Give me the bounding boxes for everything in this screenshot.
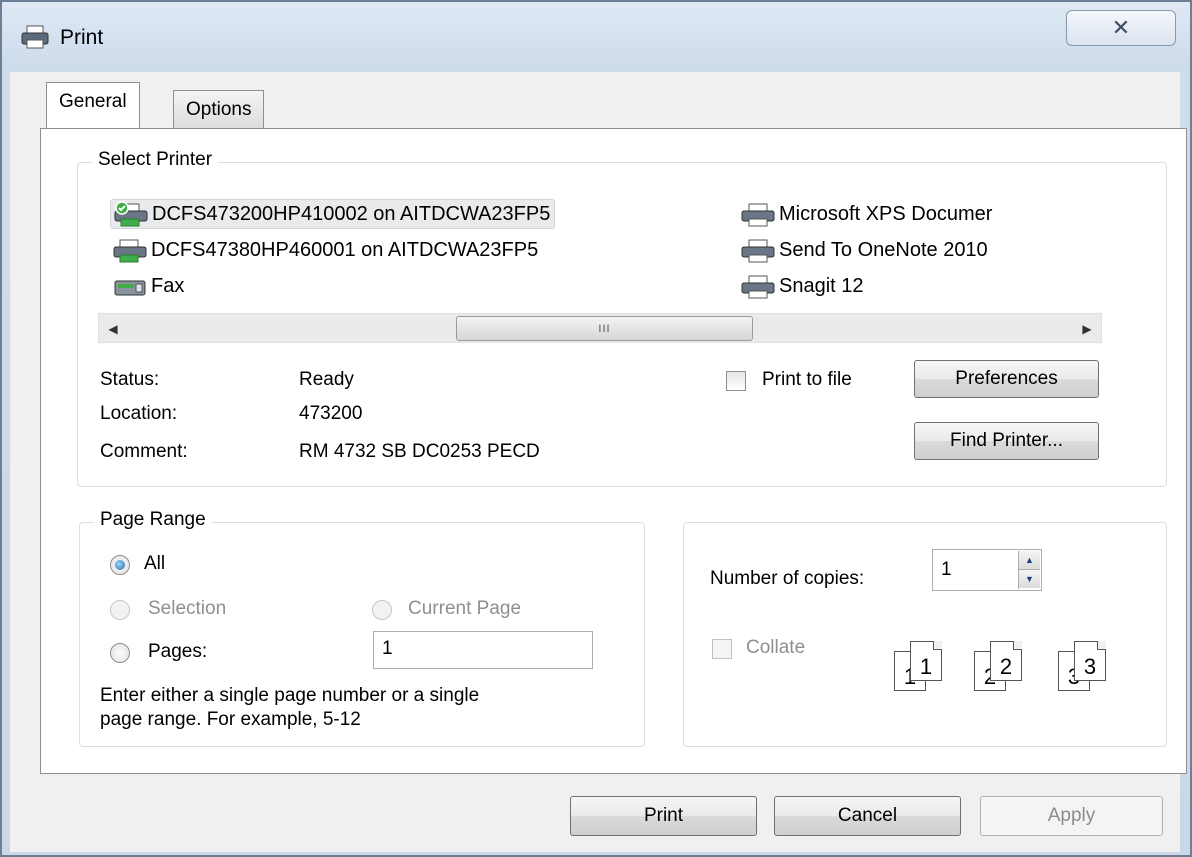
printer-item-dcfs473200[interactable]: DCFS473200HP410002 on AITDCWA23FP5 [110, 199, 556, 229]
page-range-help-line2: page range. For example, 5-12 [100, 709, 361, 730]
tab-options[interactable]: Options [173, 90, 265, 128]
printer-icon [741, 203, 775, 227]
current-page-radio[interactable] [372, 600, 392, 620]
printer-name: DCFS47380HP460001 on AITDCWA23FP5 [151, 238, 539, 261]
window-title: Print [60, 26, 104, 49]
page-range-help-line1: Enter either a single page number or a s… [100, 685, 480, 706]
printer-name: DCFS473200HP410002 on AITDCWA23FP5 [152, 202, 551, 225]
comment-label: Comment: [100, 441, 188, 462]
printer-icon [21, 25, 49, 49]
select-printer-group: Select Printer DCFS473200HP410002 on AIT… [77, 149, 1167, 487]
network-printer-icon [113, 239, 147, 263]
printer-name: Snagit 12 [779, 274, 864, 297]
copies-value: 1 [941, 559, 952, 580]
collate-page-back: 3 [1074, 641, 1106, 681]
printer-item-dcfs47380[interactable]: DCFS47380HP460001 on AITDCWA23FP5 [110, 235, 542, 265]
collate-page-back: 1 [910, 641, 942, 681]
pages-radio[interactable] [110, 643, 130, 663]
print-to-file-checkbox[interactable] [726, 371, 746, 391]
cancel-button[interactable]: Cancel [774, 796, 961, 836]
current-page-label: Current Page [408, 598, 522, 619]
preferences-button[interactable]: Preferences [914, 360, 1099, 398]
collate-checkbox[interactable] [712, 639, 732, 659]
scroll-right-arrow-icon[interactable]: ▶ [1077, 319, 1097, 339]
page-range-legend: Page Range [94, 509, 212, 531]
printer-icon [741, 239, 775, 263]
print-dialog: Print ✕ General Options Select Printer D… [0, 0, 1192, 857]
scroll-thumb[interactable]: III [456, 316, 753, 341]
printer-name: Fax [151, 274, 185, 297]
comment-value: RM 4732 SB DC0253 PECD [299, 441, 540, 462]
default-printer-icon [114, 201, 148, 227]
printer-item-microsoft-xps[interactable]: Microsoft XPS Documer [738, 199, 996, 229]
location-value: 473200 [299, 403, 363, 424]
all-radio[interactable] [110, 555, 130, 575]
print-button[interactable]: Print [570, 796, 757, 836]
close-icon: ✕ [1111, 15, 1131, 40]
spin-down-arrow-icon[interactable]: ▼ [1019, 570, 1040, 588]
find-printer-button[interactable]: Find Printer... [914, 422, 1099, 460]
printer-item-onenote[interactable]: Send To OneNote 2010 [738, 235, 992, 265]
copies-group: Number of copies: 1 ▲ ▼ Collate 1 1 2 2 … [683, 522, 1167, 747]
selection-radio[interactable] [110, 600, 130, 620]
number-of-copies-label: Number of copies: [710, 568, 865, 589]
location-label: Location: [100, 403, 178, 424]
scroll-left-arrow-icon[interactable]: ◀ [103, 319, 123, 339]
close-button[interactable]: ✕ [1066, 10, 1176, 46]
title-bar: Print ✕ [2, 2, 1190, 72]
printer-icon [741, 275, 775, 299]
pages-label: Pages: [148, 641, 208, 662]
print-to-file-label: Print to file [762, 369, 852, 390]
select-printer-legend: Select Printer [92, 149, 219, 171]
printer-name: Send To OneNote 2010 [779, 238, 988, 261]
status-label: Status: [100, 369, 160, 390]
general-tab-panel: Select Printer DCFS473200HP410002 on AIT… [40, 128, 1187, 774]
printer-name: Microsoft XPS Documer [779, 202, 993, 225]
selection-label: Selection [148, 598, 227, 619]
collate-page-back: 2 [990, 641, 1022, 681]
fax-icon [114, 280, 146, 296]
tab-general[interactable]: General [46, 82, 140, 128]
status-value: Ready [299, 369, 354, 390]
apply-button[interactable]: Apply [980, 796, 1163, 836]
pages-input[interactable]: 1 [373, 631, 593, 669]
printer-item-snagit[interactable]: Snagit 12 [738, 271, 868, 301]
printer-list-scrollbar[interactable]: ◀ III ▶ [98, 313, 1102, 343]
collate-label: Collate [746, 637, 806, 658]
printer-item-fax[interactable]: Fax [110, 271, 188, 301]
page-range-group: Page Range All Selection Current Page Pa… [79, 509, 645, 747]
all-label: All [144, 553, 166, 574]
spin-up-arrow-icon[interactable]: ▲ [1019, 551, 1040, 570]
copies-spinner[interactable]: ▲ ▼ [1018, 551, 1040, 589]
dialog-client-area: General Options Select Printer DCFS47320… [10, 72, 1187, 852]
